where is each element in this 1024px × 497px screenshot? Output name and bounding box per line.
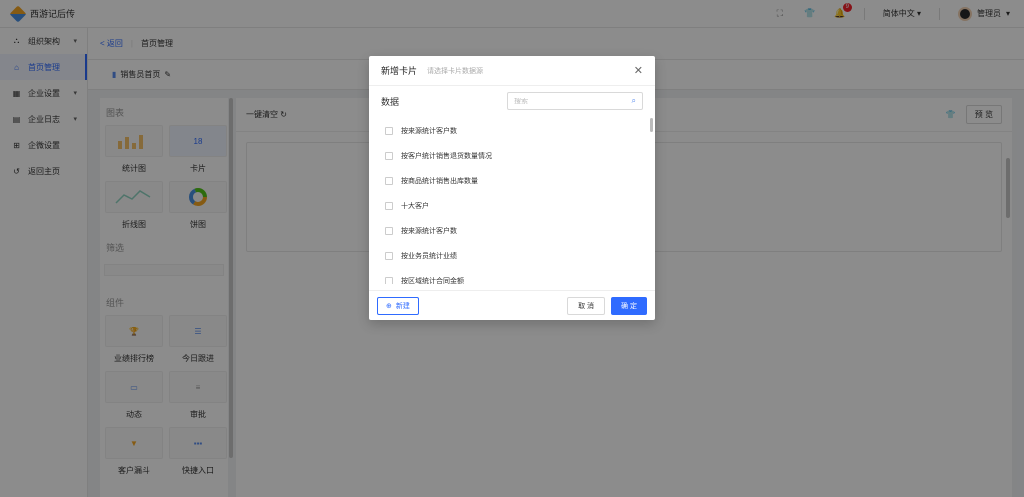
- plus-circle-icon: ⊕: [386, 302, 392, 310]
- list-item-label: 按商品统计销售出库数量: [401, 177, 478, 185]
- list-item[interactable]: 按业务员统计业绩: [369, 243, 655, 268]
- add-card-dialog: 新增卡片 请选择卡片数据源 ✕ 数据 ⌕ 按来源统计客户数 按客户统计销售退货数…: [369, 56, 655, 320]
- list-item-label: 按业务员统计业绩: [401, 252, 457, 260]
- list-item[interactable]: 按来源统计客户数: [369, 118, 655, 143]
- checkbox[interactable]: [385, 276, 393, 284]
- list-item[interactable]: 按客户统计销售退货数量情况: [369, 143, 655, 168]
- dialog-title: 新增卡片: [381, 66, 418, 76]
- data-source-list: 按来源统计客户数 按客户统计销售退货数量情况 按商品统计销售出库数量 十大客户 …: [369, 118, 655, 284]
- search-icon[interactable]: ⌕: [632, 96, 636, 106]
- checkbox[interactable]: [385, 126, 393, 135]
- data-row: 数据 ⌕: [369, 86, 655, 116]
- checkbox[interactable]: [385, 251, 393, 260]
- search-input[interactable]: [514, 97, 624, 105]
- list-item[interactable]: 十大客户: [369, 193, 655, 218]
- new-button[interactable]: ⊕ 新建: [377, 296, 419, 315]
- list-item-label: 按来源统计客户数: [401, 127, 457, 135]
- list-scrollbar[interactable]: [650, 118, 653, 132]
- dialog-footer: ⊕ 新建 取 消 确 定: [369, 290, 655, 320]
- list-item[interactable]: 按商品统计销售出库数量: [369, 168, 655, 193]
- cancel-button[interactable]: 取 消: [567, 296, 606, 315]
- list-item-label: 十大客户: [401, 202, 429, 210]
- list-item-label: 按客户统计销售退货数量情况: [401, 152, 492, 160]
- dialog-subtitle: 请选择卡片数据源: [427, 67, 484, 75]
- list-item[interactable]: 按区域统计合同金额: [369, 268, 655, 284]
- data-label: 数据: [381, 96, 400, 107]
- list-item-label: 按来源统计客户数: [401, 227, 457, 235]
- search-box: ⌕: [507, 92, 643, 110]
- list-item-label: 按区域统计合同金额: [401, 277, 464, 285]
- checkbox[interactable]: [385, 151, 393, 160]
- confirm-button[interactable]: 确 定: [611, 296, 647, 315]
- checkbox[interactable]: [385, 176, 393, 185]
- checkbox[interactable]: [385, 201, 393, 210]
- close-icon[interactable]: ✕: [634, 64, 643, 77]
- new-label: 新建: [395, 302, 410, 310]
- checkbox[interactable]: [385, 226, 393, 235]
- dialog-header: 新增卡片 请选择卡片数据源 ✕: [369, 56, 655, 86]
- list-item[interactable]: 按来源统计客户数: [369, 218, 655, 243]
